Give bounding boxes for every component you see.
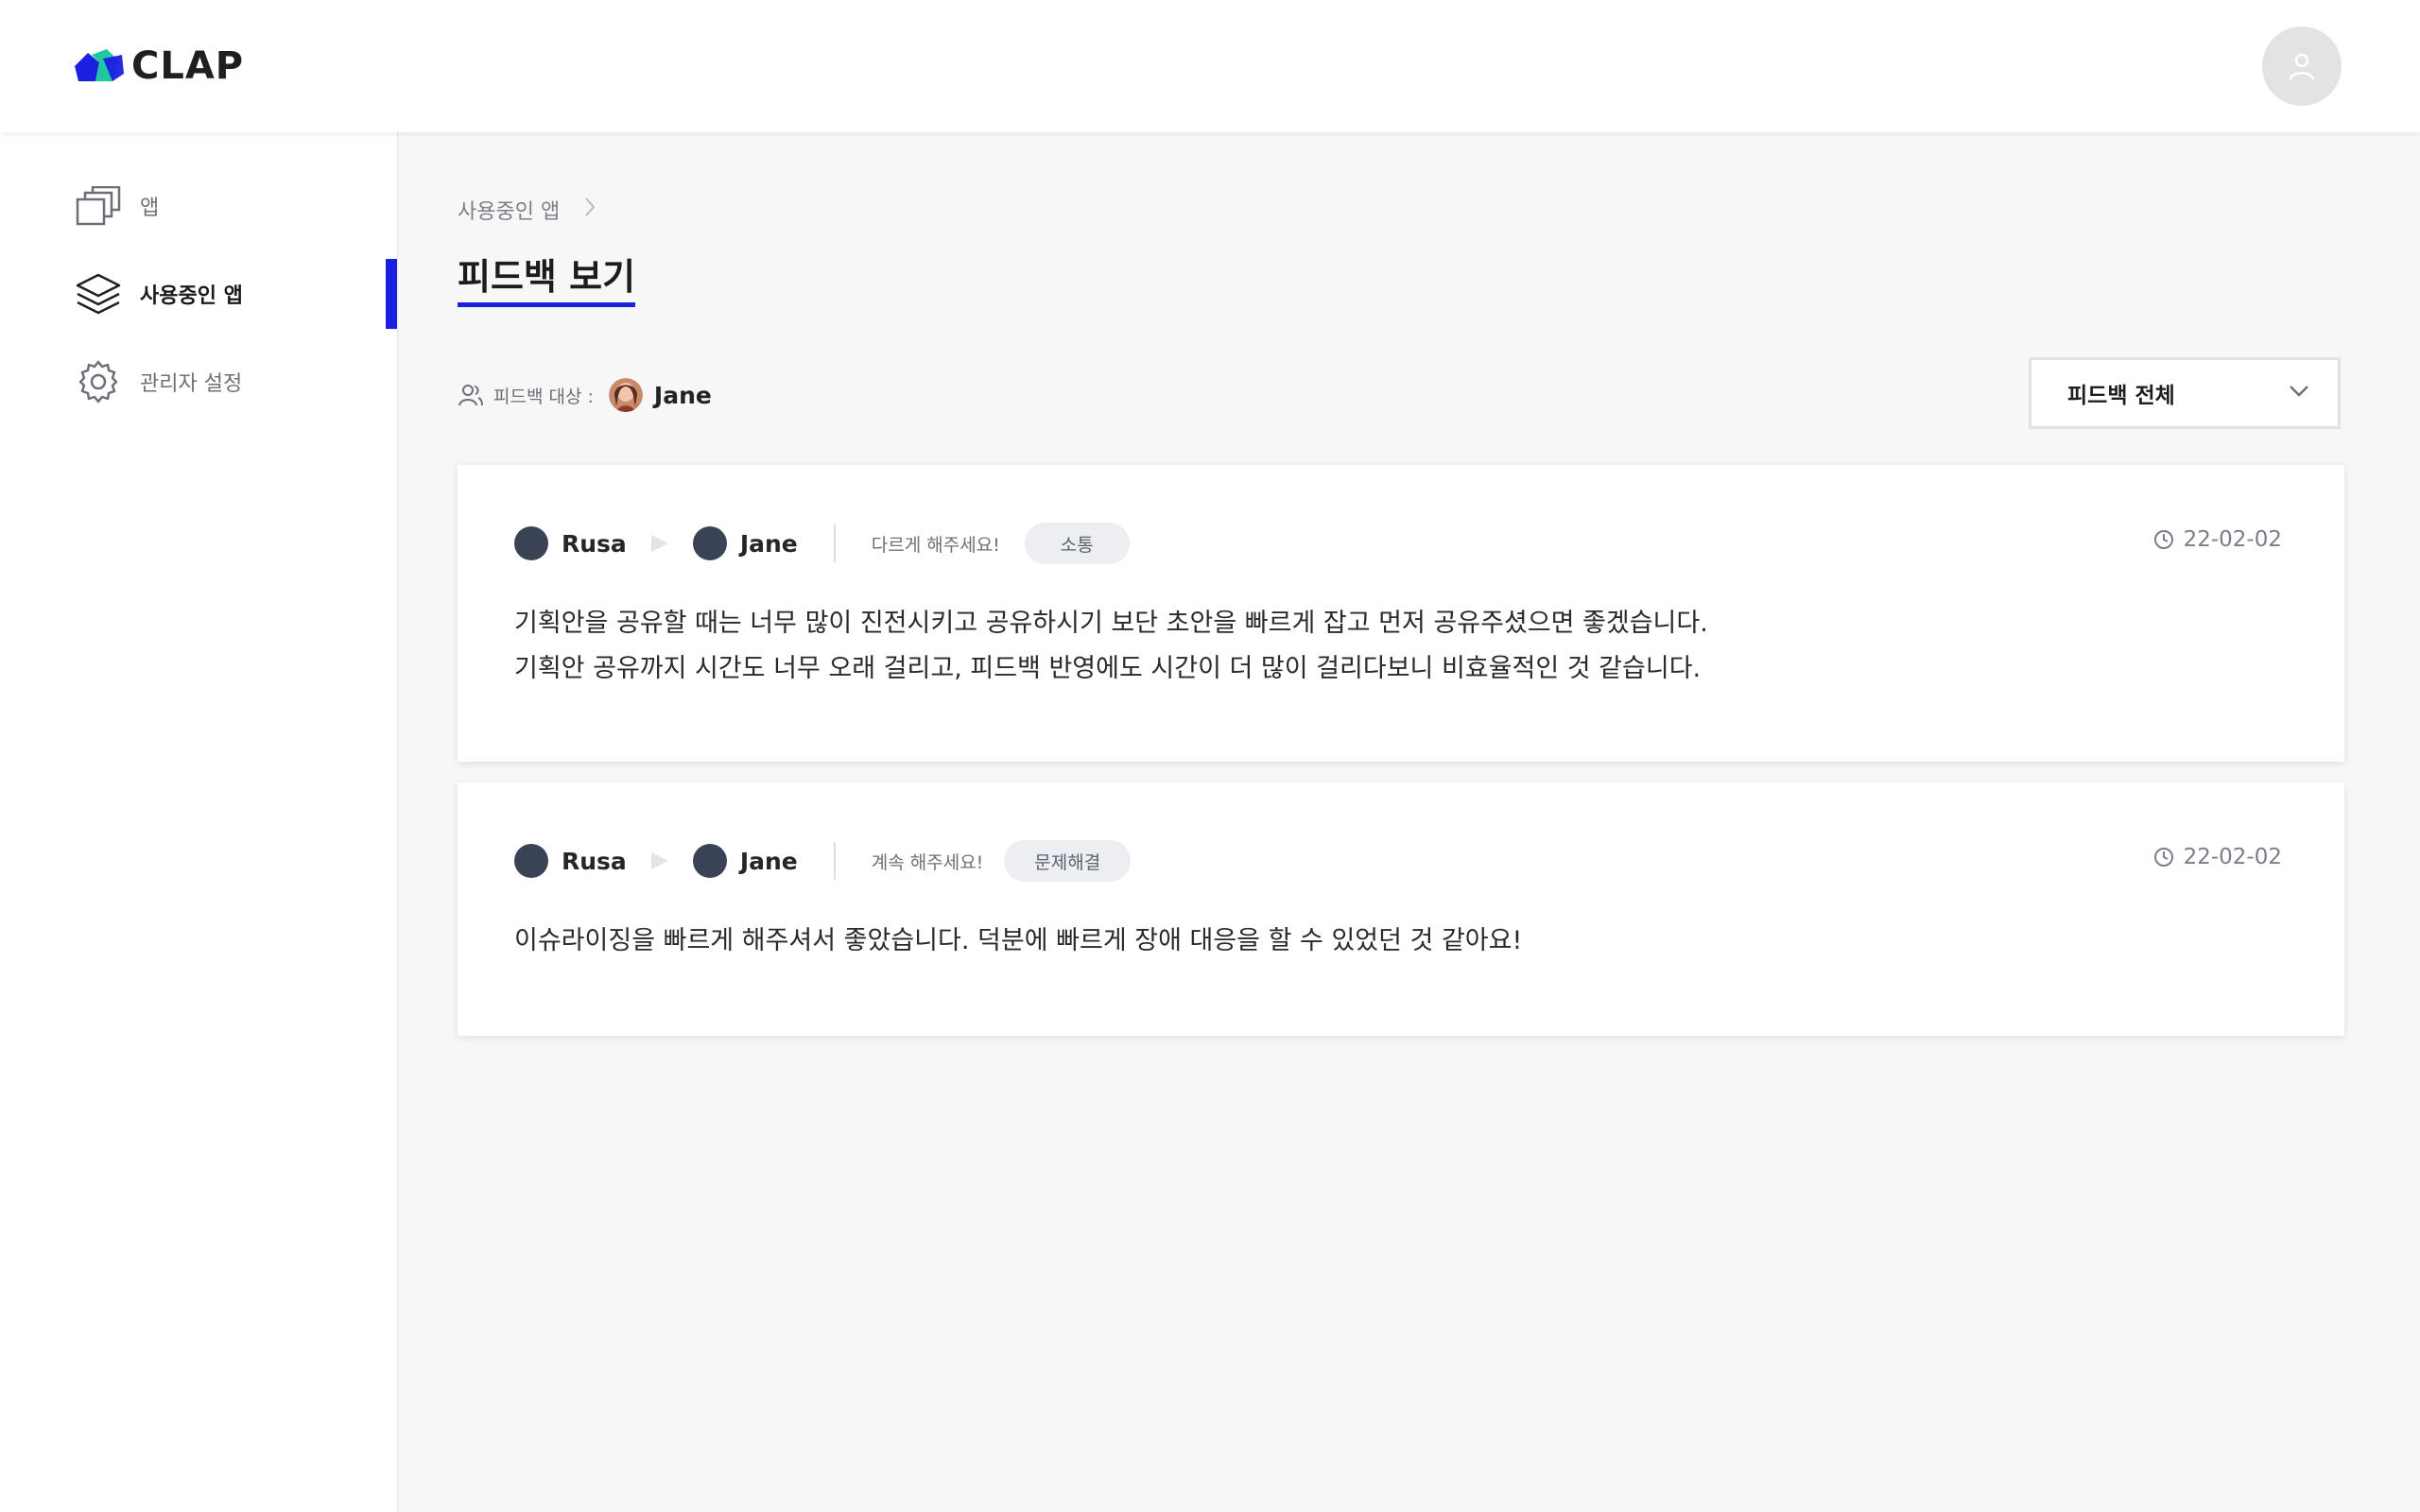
avatar xyxy=(692,526,727,560)
feedback-date-text: 22-02-02 xyxy=(2183,845,2282,869)
feedback-target-name: Jane xyxy=(653,381,712,409)
top-header: CLAP xyxy=(0,0,2420,132)
feedback-card: Rusa Jane 다르게 해주세요! 소통 22-02-02 기획안을 공유할… xyxy=(458,465,2344,762)
logo-mark-icon xyxy=(75,49,124,81)
clock-icon xyxy=(2153,530,2173,549)
feedback-card: Rusa Jane 계속 해주세요! 문제해결 22-02-02 이슈라이징을 … xyxy=(458,782,2344,1036)
avatar xyxy=(514,844,548,878)
arrow-right-icon xyxy=(650,535,668,552)
layers-icon xyxy=(75,270,122,318)
feedback-content: 이슈라이징을 빠르게 해주셔서 좋았습니다. 덕분에 빠르게 장애 대응을 할 … xyxy=(514,926,1523,955)
feedback-to: Jane xyxy=(739,529,798,558)
clock-icon xyxy=(2153,848,2173,867)
feedback-type: 다르게 해주세요! xyxy=(871,534,1000,556)
chevron-down-icon xyxy=(2290,386,2308,397)
active-indicator xyxy=(386,259,397,329)
feedback-target-label: 피드백 대상 : xyxy=(493,386,594,407)
feedback-content: 기획안을 공유할 때는 너무 많이 진전시키고 공유하시기 보단 초안을 빠르게… xyxy=(514,609,1708,683)
filter-selected-value: 피드백 전체 xyxy=(2067,384,2175,408)
sidebar: 앱 사용중인 앱 관리자 설정 xyxy=(0,132,398,1512)
divider xyxy=(833,842,836,880)
users-icon xyxy=(458,385,483,406)
logo-text: CLAP xyxy=(131,44,245,88)
feedback-tag: 문제해결 xyxy=(1004,840,1132,882)
feedback-from: Rusa xyxy=(562,529,627,558)
arrow-right-icon xyxy=(650,852,668,869)
feedback-date-text: 22-02-02 xyxy=(2183,527,2282,552)
divider xyxy=(833,524,836,562)
avatar xyxy=(514,526,548,560)
feedback-to: Jane xyxy=(739,847,798,875)
feedback-filter-select[interactable]: 피드백 전체 xyxy=(2029,357,2341,429)
feedback-meta: Rusa Jane 다르게 해주세요! 소통 xyxy=(514,517,1130,570)
feedback-date: 22-02-02 xyxy=(2153,838,2282,876)
avatar xyxy=(692,844,727,878)
sidebar-item-apps[interactable]: 앱 xyxy=(0,171,397,241)
avatar xyxy=(608,378,643,412)
windows-stack-icon xyxy=(75,182,122,230)
sidebar-item-label: 관리자 설정 xyxy=(140,372,243,396)
feedback-target: 피드백 대상 : Jane xyxy=(458,376,712,414)
breadcrumb: 사용중인 앱 xyxy=(458,195,596,225)
feedback-date: 22-02-02 xyxy=(2153,521,2282,558)
breadcrumb-item[interactable]: 사용중인 앱 xyxy=(458,195,560,225)
sidebar-item-admin-settings[interactable]: 관리자 설정 xyxy=(0,347,397,417)
sidebar-item-label: 사용중인 앱 xyxy=(140,284,243,308)
feedback-meta: Rusa Jane 계속 해주세요! 문제해결 xyxy=(514,834,1132,887)
account-button[interactable] xyxy=(2262,26,2342,106)
feedback-tag: 소통 xyxy=(1024,523,1130,564)
sidebar-item-label: 앱 xyxy=(140,197,160,220)
sidebar-item-in-use-apps[interactable]: 사용중인 앱 xyxy=(0,259,397,329)
logo[interactable]: CLAP xyxy=(75,44,245,88)
chevron-right-icon xyxy=(584,197,596,223)
feedback-type: 계속 해주세요! xyxy=(871,851,984,873)
gear-icon xyxy=(75,358,122,405)
page-title: 피드백 보기 xyxy=(458,255,636,307)
feedback-from: Rusa xyxy=(562,847,627,875)
user-icon xyxy=(2289,53,2315,80)
